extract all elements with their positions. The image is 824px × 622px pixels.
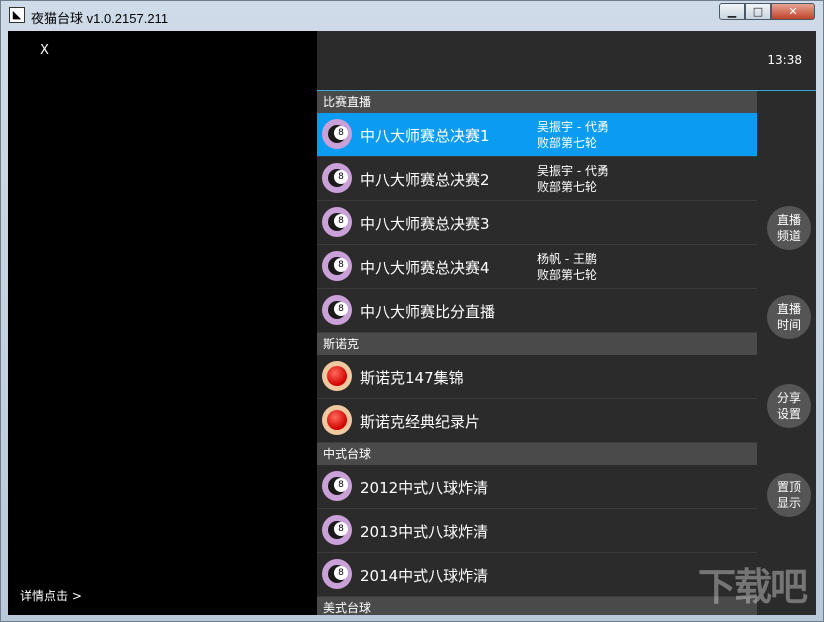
channel-list[interactable]: 比赛直播 8 中八大师赛总决赛1 吴振宇 - 代勇 败部第七轮 8 中八大师赛总决赛2 吴振宇…	[317, 91, 757, 615]
clock: 13:38	[767, 53, 802, 67]
match-players: 杨帆 - 王鹏	[537, 252, 597, 266]
title-bar[interactable]: ◣ 夜猫台球 v1.0.2157.211 ▁ □ ✕	[1, 1, 823, 31]
ball-number: 8	[334, 478, 348, 492]
channel-row[interactable]: 8 2013中式八球炸清	[317, 509, 757, 553]
live-time-line2: 时间	[776, 318, 801, 332]
match-info: 杨帆 - 王鹏 败部第七轮	[537, 251, 597, 283]
section-header: 斯诺克	[317, 333, 757, 355]
close-button[interactable]: ✕	[771, 3, 815, 20]
ball-number: 8	[334, 566, 348, 580]
channel-row[interactable]: 8 中八大师赛总决赛3	[317, 201, 757, 245]
video-player[interactable]: X 详情点击 >	[8, 31, 317, 615]
close-player-button[interactable]: X	[40, 43, 49, 58]
channel-row[interactable]: 斯诺克经典纪录片	[317, 399, 757, 443]
live-time-line1: 直播	[776, 302, 801, 316]
ball-number: 8	[334, 214, 348, 228]
app-window: ◣ 夜猫台球 v1.0.2157.211 ▁ □ ✕ X 详情点击 > 13:3…	[0, 0, 824, 622]
snooker-red-ball-icon	[322, 405, 352, 435]
match-info: 吴振宇 - 代勇 败部第七轮	[537, 119, 609, 151]
pin-top-line2: 显示	[776, 496, 801, 510]
pin-top-button[interactable]: 置顶 显示	[767, 473, 811, 517]
window-controls: ▁ □ ✕	[719, 3, 815, 21]
channel-row[interactable]: 斯诺克147集锦	[317, 355, 757, 399]
watermark: 下载吧	[697, 565, 808, 609]
share-settings-line2: 设置	[776, 407, 801, 421]
ball-number: 8	[334, 126, 348, 140]
channel-title: 2014中式八球炸清	[360, 567, 489, 585]
channel-title: 2013中式八球炸清	[360, 523, 489, 541]
match-round: 败部第七轮	[537, 136, 598, 150]
share-settings-button[interactable]: 分享 设置	[767, 384, 811, 428]
channel-row[interactable]: 8 中八大师赛比分直播	[317, 289, 757, 333]
maximize-button[interactable]: □	[745, 3, 771, 20]
match-players: 吴振宇 - 代勇	[537, 120, 609, 134]
ball-number: 8	[334, 522, 348, 536]
pool-8-ball-icon: 8	[322, 119, 352, 149]
sidebar: 直播 频道 直播 时间 分享 设置 置顶 显示	[757, 91, 816, 615]
pool-8-ball-icon: 8	[322, 251, 352, 281]
app-logo-icon: ◣	[9, 7, 25, 23]
pool-8-ball-icon: 8	[322, 207, 352, 237]
channel-title: 中八大师赛总决赛4	[360, 259, 490, 277]
match-players: 吴振宇 - 代勇	[537, 164, 609, 178]
channel-row[interactable]: 8 中八大师赛总决赛1 吴振宇 - 代勇 败部第七轮	[317, 113, 757, 157]
channel-row[interactable]: 8 中八大师赛总决赛4 杨帆 - 王鹏 败部第七轮	[317, 245, 757, 289]
live-time-button[interactable]: 直播 时间	[767, 295, 811, 339]
match-round: 败部第七轮	[537, 268, 598, 282]
channel-title: 中八大师赛总决赛1	[360, 127, 490, 145]
ball-number: 8	[334, 258, 348, 272]
details-link[interactable]: 详情点击 >	[20, 587, 82, 604]
live-channel-line2: 频道	[776, 229, 801, 243]
channel-title: 斯诺克经典纪录片	[360, 413, 481, 431]
snooker-red-ball-icon	[322, 361, 352, 391]
section-header: 比赛直播	[317, 91, 757, 113]
pool-8-ball-icon: 8	[322, 471, 352, 501]
pool-8-ball-icon: 8	[322, 295, 352, 325]
share-settings-line1: 分享	[776, 391, 801, 405]
channel-title: 中八大师赛总决赛3	[360, 215, 490, 233]
ball-number: 8	[334, 302, 348, 316]
minimize-button[interactable]: ▁	[719, 3, 745, 20]
channel-title: 斯诺克147集锦	[360, 369, 464, 387]
channel-row[interactable]: 8 2012中式八球炸清	[317, 465, 757, 509]
channel-row[interactable]: 8 中八大师赛总决赛2 吴振宇 - 代勇 败部第七轮	[317, 157, 757, 201]
section-header: 美式台球	[317, 597, 757, 615]
client-area: X 详情点击 > 13:38 比赛直播 8 中八大师赛总决赛1 吴振宇 - 代勇 败部第…	[8, 31, 816, 615]
channel-title: 中八大师赛比分直播	[360, 303, 496, 321]
section-header: 中式台球	[317, 443, 757, 465]
match-info: 吴振宇 - 代勇 败部第七轮	[537, 163, 609, 195]
channel-title: 2012中式八球炸清	[360, 479, 489, 497]
live-channel-line1: 直播	[776, 213, 801, 227]
channel-row[interactable]: 8 2014中式八球炸清	[317, 553, 757, 597]
ball-number: 8	[334, 170, 348, 184]
window-title: 夜猫台球 v1.0.2157.211	[31, 11, 169, 26]
top-bar: 13:38	[317, 31, 816, 91]
channel-title: 中八大师赛总决赛2	[360, 171, 490, 189]
live-channel-button[interactable]: 直播 频道	[767, 206, 811, 250]
match-round: 败部第七轮	[537, 180, 598, 194]
pool-8-ball-icon: 8	[322, 163, 352, 193]
pool-8-ball-icon: 8	[322, 559, 352, 589]
pool-8-ball-icon: 8	[322, 515, 352, 545]
pin-top-line1: 置顶	[776, 480, 801, 494]
